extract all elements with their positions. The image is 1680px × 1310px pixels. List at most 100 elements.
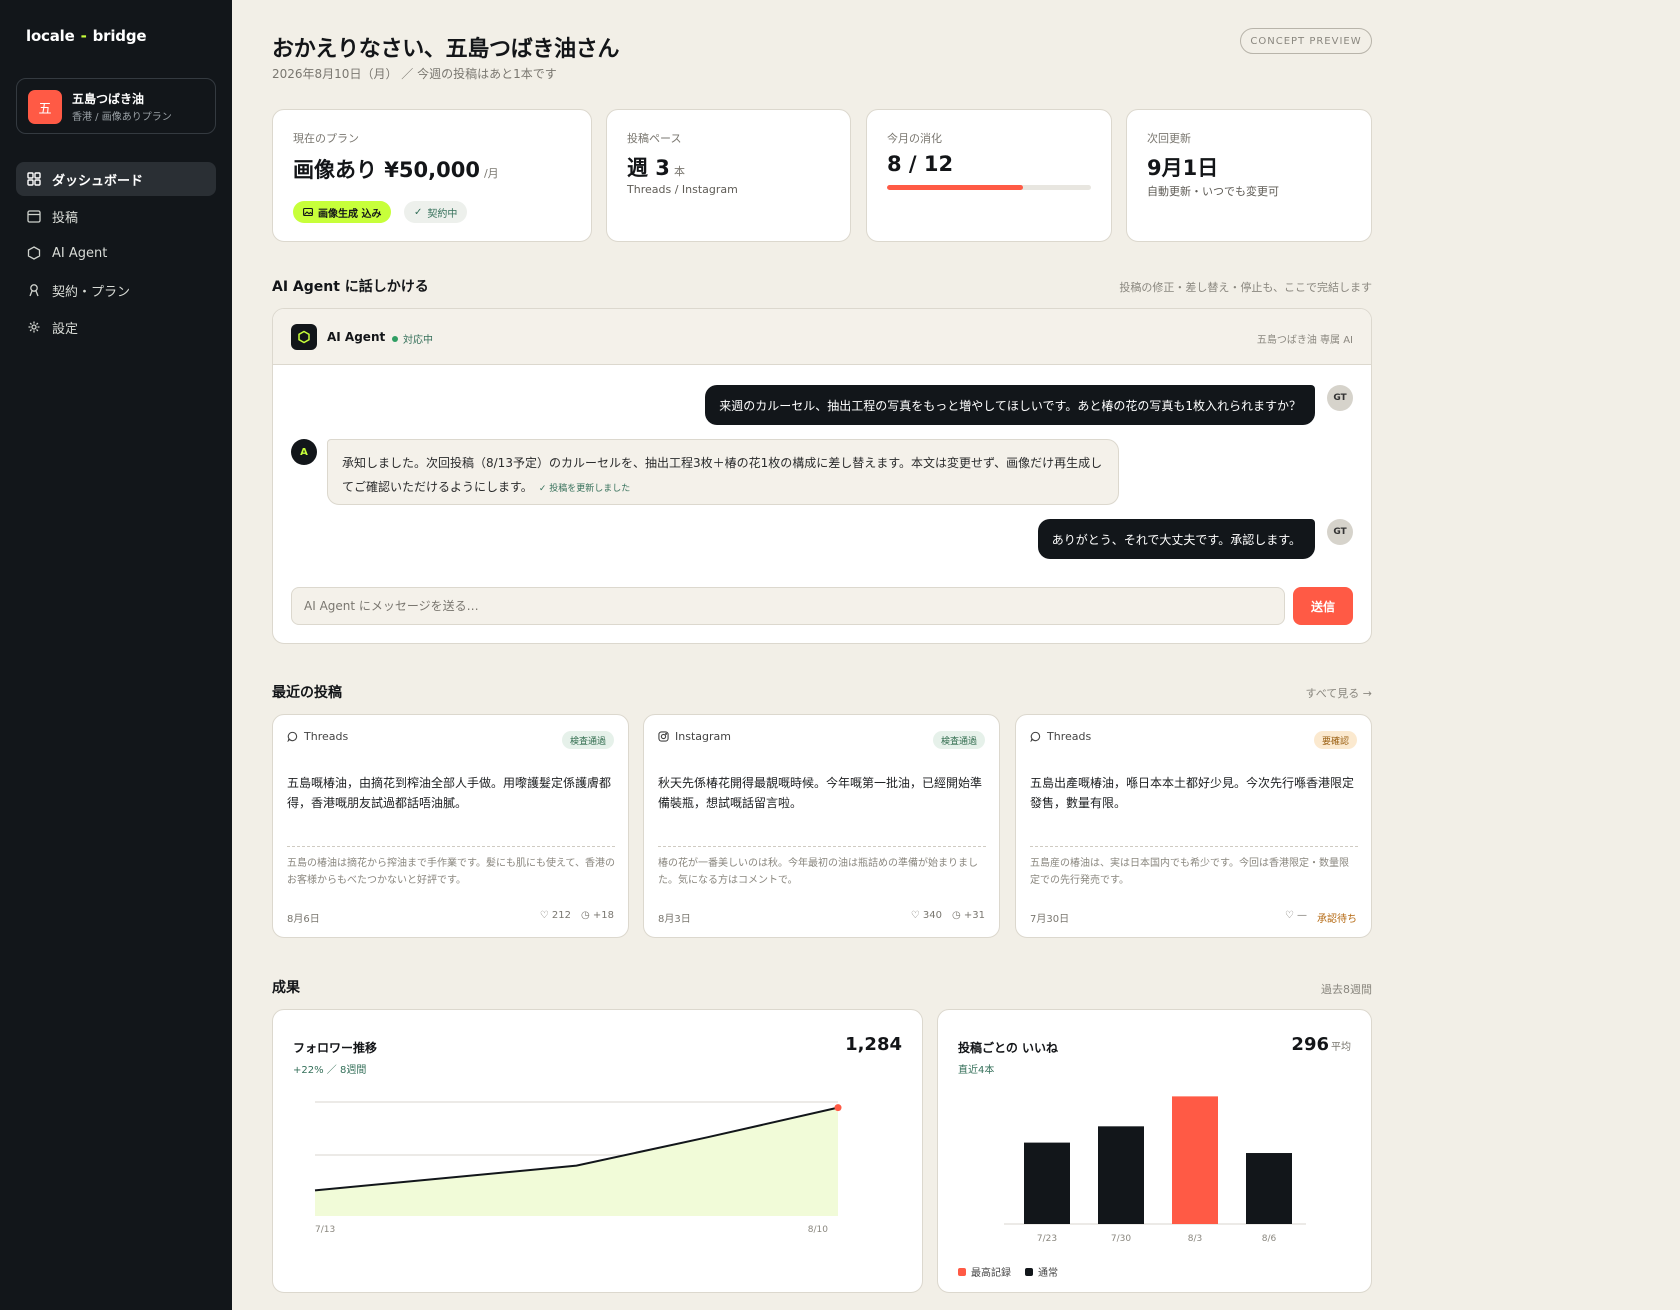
x-tick-label: 8/6 <box>1262 1234 1277 1244</box>
page-title: おかえりなさい、五島つばき油さん <box>272 37 620 62</box>
post-card[interactable]: Instagram 検査通過 秋天先係椿花開得最靚嘅時候。今年嘅第一批油，已經開… <box>643 714 1000 938</box>
post-date: 8月6日 <box>287 914 320 925</box>
chat-bubble-icon <box>1030 731 1041 742</box>
kpi-sub: 自動更新・いつでも変更可 <box>1147 185 1279 198</box>
gear-icon <box>26 319 42 335</box>
sidebar-item-contract[interactable]: 契約・プラン <box>16 273 216 307</box>
chat-message-agent: 承知しました。次回投稿（8/13予定）のカルーセルを、抽出工程3枚＋椿の花1枚の… <box>327 439 1119 505</box>
agent-name: AI Agent <box>327 330 386 344</box>
post-translation: 五島産の椿油は、実は日本国内でも希少です。今回は香港限定・数量限定での先行発売で… <box>1030 858 1349 886</box>
contract-icon <box>26 282 42 298</box>
heart-icon: ♡ <box>1284 910 1294 921</box>
usage-progress-bar <box>887 185 1091 190</box>
x-tick-label: 7/23 <box>1037 1234 1057 1244</box>
agent-avatar: A <box>291 439 317 465</box>
see-all-posts-link[interactable]: すべて見る → <box>1305 685 1372 701</box>
hexagon-icon <box>26 245 42 261</box>
agent-hexagon-icon <box>291 324 317 350</box>
post-platform: Threads <box>1030 730 1091 743</box>
heart-icon: ♡ <box>539 910 549 921</box>
heart-icon: ♡ <box>910 910 920 921</box>
chat-message-user: 来週のカルーセル、抽出工程の写真をもっと増やしてほしいです。あと椿の花の写真も1… <box>705 385 1315 425</box>
likes-count: ♡ — <box>1284 910 1307 921</box>
agent-status: 対応中 <box>392 331 433 346</box>
post-updated-status: ✓ 投稿を更新しました <box>538 484 631 494</box>
follower-delta: ◷ +31 <box>951 910 985 921</box>
agent-section-title: AI Agent に話しかける <box>272 279 429 295</box>
user-avatar: GT <box>1327 385 1353 411</box>
status-badge: 要確認 <box>1313 731 1357 749</box>
sidebar-item-label: AI Agent <box>52 245 108 261</box>
clock-icon: ◷ <box>580 910 590 921</box>
bar <box>1024 1142 1070 1224</box>
kpi-label: 現在のプラン <box>293 132 359 145</box>
results-section-title: 成果 <box>272 980 300 996</box>
chat-message-input[interactable] <box>291 587 1285 625</box>
send-button[interactable]: 送信 <box>1293 587 1353 625</box>
chat-message-user: ありがとう、それで大丈夫です。承認します。 <box>1037 519 1315 559</box>
bar <box>1098 1126 1144 1224</box>
usage-progress-fill <box>887 185 1023 190</box>
sidebar-item-dashboard[interactable]: ダッシュボード <box>16 162 216 196</box>
follower-chart-card: フォロワー推移 +22% ／ 8週間 1,284 7/13 8/10 <box>272 1009 923 1293</box>
post-platform: Threads <box>287 730 348 743</box>
post-stats: ♡ — 承認待ち <box>1285 910 1357 925</box>
agent-section-note: 投稿の修正・差し替え・停止も、ここで完結します <box>1119 281 1372 294</box>
dashboard-grid-icon <box>26 171 42 187</box>
post-card[interactable]: Threads 要確認 五島出產嘅椿油，喺日本本土都好少見。今次先行喺香港限定發… <box>1015 714 1372 938</box>
post-date: 8月3日 <box>658 914 691 925</box>
kpi-value: 画像あり ¥50,000/月 <box>293 158 499 182</box>
user-avatar: GT <box>1327 519 1353 545</box>
status-badge: 検査通過 <box>561 731 614 749</box>
approval-pending-status: 承認待ち <box>1317 914 1357 925</box>
x-tick-label: 8/10 <box>808 1225 828 1235</box>
legend-item-normal: 通常 <box>1025 1264 1058 1279</box>
kpi-renewal-card: 次回更新 9月1日 自動更新・いつでも変更可 <box>1126 109 1372 242</box>
kpi-label: 次回更新 <box>1147 132 1191 145</box>
likes-bar-chart: 7/23 7/30 8/3 8/6 <box>1004 1096 1306 1244</box>
concept-preview-badge: CONCEPT PREVIEW <box>1240 28 1372 54</box>
post-date: 7月30日 <box>1030 914 1070 925</box>
post-text: 五島嘅椿油，由摘花到榨油全部人手做。用嚟護髮定係護膚都得，香港嘅朋友試過都話唔油… <box>287 776 612 810</box>
x-tick-label: 8/3 <box>1188 1234 1202 1244</box>
kpi-pace-card: 投稿ペース 週 3本 Threads / Instagram <box>606 109 851 242</box>
posts-section-title: 最近の投稿 <box>272 685 342 701</box>
account-name: 五島つばき油 <box>72 92 145 106</box>
kpi-value: 8 / 12 <box>887 152 954 176</box>
bar <box>1246 1153 1292 1224</box>
sidebar-item-settings[interactable]: 設定 <box>16 310 216 344</box>
agent-chat-panel: AI Agent 対応中 五島つばき油 専属 AI 来週のカルーセル、抽出工程の… <box>272 308 1372 644</box>
sidebar-item-ai-agent[interactable]: AI Agent <box>16 236 216 270</box>
likes-count: ♡ 212 <box>539 910 571 921</box>
kpi-usage-card: 今月の消化 8 / 12 <box>866 109 1112 242</box>
chat-header: AI Agent 対応中 五島つばき油 専属 AI <box>273 309 1371 365</box>
sidebar-item-label: 契約・プラン <box>52 284 131 300</box>
check-icon: ✓ <box>414 206 423 218</box>
chat-meta: 五島つばき油 専属 AI <box>1256 335 1353 346</box>
status-badge: 検査通過 <box>932 731 985 749</box>
app-logo[interactable]: locale - bridge <box>26 27 147 45</box>
chat-bubble-icon <box>287 731 298 742</box>
kpi-label: 今月の消化 <box>887 132 942 145</box>
post-stats: ♡ 212 ◷ +18 <box>540 910 614 921</box>
sidebar-item-label: ダッシュボード <box>52 173 144 189</box>
sidebar-nav: ダッシュボード 投稿 AI Agent 契約・プラン 設定 <box>16 162 216 347</box>
likes-count: ♡ 340 <box>910 910 942 921</box>
clock-icon: ◷ <box>951 910 961 921</box>
follower-line-chart: 7/13 8/10 <box>314 1101 842 1235</box>
account-switcher[interactable]: 五 五島つばき油 香港 / 画像ありプラン <box>16 78 216 134</box>
account-plan: 香港 / 画像ありプラン <box>72 112 172 123</box>
image-generation-badge: 画像生成 込み <box>293 201 392 223</box>
sidebar-item-label: 設定 <box>52 321 79 337</box>
post-card[interactable]: Threads 検査通過 五島嘅椿油，由摘花到榨油全部人手做。用嚟護髮定係護膚都… <box>272 714 629 938</box>
kpi-value: 週 3本 <box>627 156 685 180</box>
post-text: 秋天先係椿花開得最靚嘅時候。今年嘅第一批油，已經開始準備裝瓶，想試嘅話留言啦。 <box>658 776 983 810</box>
area-fill <box>315 1107 838 1216</box>
image-icon <box>303 207 313 217</box>
sidebar-item-posts[interactable]: 投稿 <box>16 199 216 233</box>
post-translation: 五島の椿油は摘花から搾油まで手作業です。髪にも肌にも使えて、香港のお客様からもべ… <box>287 858 615 886</box>
x-tick-label: 7/30 <box>1111 1234 1131 1244</box>
results-section-note: 過去8週間 <box>1321 983 1372 996</box>
sidebar-item-label: 投稿 <box>52 210 79 226</box>
instagram-icon <box>658 731 669 742</box>
